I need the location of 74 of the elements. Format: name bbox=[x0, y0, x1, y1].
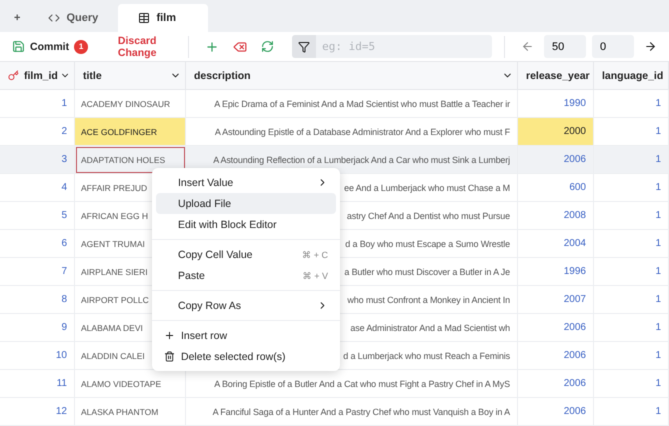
table-cell: 1990 bbox=[518, 90, 594, 118]
save-icon bbox=[12, 40, 25, 53]
tab[interactable]: Query bbox=[28, 4, 118, 32]
column-header[interactable]: title bbox=[75, 62, 186, 90]
table-cell: 9 bbox=[0, 314, 75, 342]
table-cell: ACE GOLDFINGER bbox=[75, 118, 186, 146]
table-cell: 1 bbox=[594, 118, 669, 146]
table-cell: 2000 bbox=[518, 118, 594, 146]
table-cell: 2006 bbox=[518, 314, 594, 342]
column-header[interactable]: language_id bbox=[594, 62, 669, 90]
arrow-left-icon bbox=[521, 40, 534, 53]
plus-icon bbox=[205, 40, 220, 54]
column-header[interactable]: film_id bbox=[0, 62, 75, 90]
table-cell: 2004 bbox=[518, 230, 594, 258]
table-cell: 1 bbox=[594, 258, 669, 286]
filter-field[interactable]: eg: id=5 bbox=[316, 35, 492, 58]
table-cell: 1 bbox=[0, 90, 75, 118]
table-cell: 2006 bbox=[518, 398, 594, 426]
offset-field[interactable]: 0 bbox=[592, 35, 634, 58]
table-cell: ADAPTATION HOLES bbox=[75, 146, 186, 174]
trash-icon bbox=[164, 351, 175, 362]
commit-button[interactable]: Commit 1 bbox=[8, 36, 92, 56]
table-cell: 3 bbox=[0, 146, 75, 174]
table-cell: ACADEMY DINOSAUR bbox=[75, 90, 186, 118]
table-cell: 1 bbox=[594, 342, 669, 370]
table-cell: 8 bbox=[0, 286, 75, 314]
table-cell: ALASKA PHANTOM bbox=[75, 398, 186, 426]
table-cell: 1 bbox=[594, 286, 669, 314]
table-cell: A Fanciful Saga of a Hunter And a Pastry Chef who must Vanquish a Boy in A bbox=[186, 398, 518, 426]
table-icon bbox=[138, 12, 150, 24]
table-cell: 12 bbox=[0, 398, 75, 426]
table-cell: 600 bbox=[518, 174, 594, 202]
table-cell: 5 bbox=[0, 202, 75, 230]
refresh-icon bbox=[261, 40, 274, 53]
discard-change-button[interactable]: Discard Change bbox=[98, 32, 176, 62]
table-cell: 1 bbox=[594, 230, 669, 258]
menu-item[interactable]: Upload File bbox=[156, 193, 336, 214]
table-cell: A Astounding Epistle of a Database Administrator And a Explorer who must F bbox=[186, 118, 518, 146]
table-cell: 1 bbox=[594, 146, 669, 174]
table-cell: 1 bbox=[594, 202, 669, 230]
plus-icon bbox=[164, 330, 175, 341]
table-cell: 2006 bbox=[518, 342, 594, 370]
filter-icon bbox=[298, 40, 310, 52]
table-cell: 1996 bbox=[518, 258, 594, 286]
table-cell: 7 bbox=[0, 258, 75, 286]
table-cell: 2 bbox=[0, 118, 75, 146]
column-header[interactable]: release_year bbox=[518, 62, 594, 90]
code-icon bbox=[48, 12, 60, 24]
table-cell: ALAMO VIDEOTAPE bbox=[75, 370, 186, 398]
table-cell: 1 bbox=[594, 398, 669, 426]
table-cell: 4 bbox=[0, 174, 75, 202]
tab[interactable]: film bbox=[118, 4, 208, 32]
column-header[interactable]: description bbox=[186, 62, 518, 90]
table-cell: 2008 bbox=[518, 202, 594, 230]
table-cell: A Astounding Reflection of a Lumberjack And a Car who must Sink a Lumberj bbox=[186, 146, 518, 174]
table-cell: 1 bbox=[594, 314, 669, 342]
limit-field[interactable]: 50 bbox=[544, 35, 586, 58]
table-cell: 2006 bbox=[518, 146, 594, 174]
table-cell: 10 bbox=[0, 342, 75, 370]
arrow-right-icon bbox=[644, 40, 657, 53]
table-cell: 1 bbox=[594, 370, 669, 398]
table-cell: 1 bbox=[594, 174, 669, 202]
table-cell: 6 bbox=[0, 230, 75, 258]
table-cell: 11 bbox=[0, 370, 75, 398]
backspace-icon bbox=[233, 40, 248, 54]
filter-button[interactable] bbox=[292, 35, 316, 58]
change-count-badge: 1 bbox=[74, 40, 88, 54]
table-cell: 2007 bbox=[518, 286, 594, 314]
table-cell: A Epic Drama of a Feminist And a Mad Scientist who must Battle a Teacher ir bbox=[186, 90, 518, 118]
new-tab-button[interactable]: + bbox=[6, 4, 28, 32]
table-cell: A Boring Epistle of a Butler And a Cat who must Fight a Pastry Chef in A MyS bbox=[186, 370, 518, 398]
key-icon bbox=[8, 70, 19, 81]
table-cell: 1 bbox=[594, 90, 669, 118]
table-cell: 2006 bbox=[518, 370, 594, 398]
